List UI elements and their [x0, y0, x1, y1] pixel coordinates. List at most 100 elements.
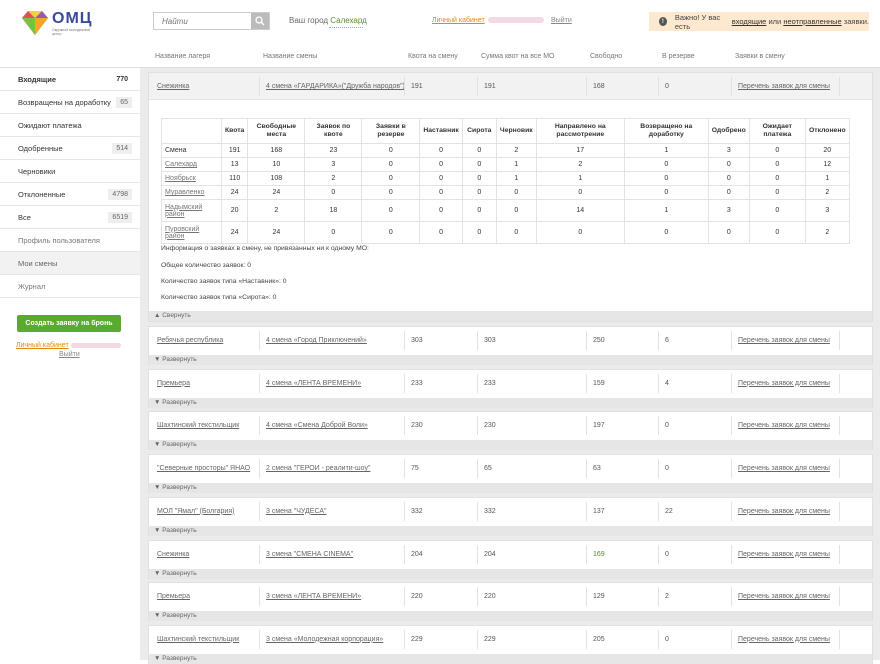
- stats-row-label[interactable]: Пуровский район: [161, 221, 222, 244]
- expand-toggle[interactable]: ▼ Развернуть: [149, 568, 872, 579]
- shift-row: Премьера 4 смена «ЛЕНТА ВРЕМЕНИ» 233 233 159…: [149, 370, 872, 397]
- mo-link[interactable]: Надымский район: [165, 204, 202, 218]
- city-selector[interactable]: Ваш город Салехард: [289, 16, 367, 25]
- logo-subtitle: Окружной молодежный центр: [52, 28, 91, 36]
- stats-row-label[interactable]: Ноябрьск: [161, 171, 222, 186]
- stats-row-label[interactable]: Надымский район: [161, 199, 222, 222]
- notice-unsent-link[interactable]: неотправленные: [783, 17, 841, 26]
- sidebar-item-all[interactable]: Все 6519: [0, 206, 140, 229]
- camp-name[interactable]: Ребячья республика: [157, 337, 223, 344]
- stats-cell: 168: [247, 143, 306, 158]
- mo-link[interactable]: Пуровский район: [165, 226, 199, 240]
- separator: [586, 544, 587, 564]
- sidebar-cabinet-link[interactable]: Личный кабинет: [16, 342, 121, 349]
- requests-list-link[interactable]: Перечень заявок для смены: [738, 593, 830, 600]
- mo-link[interactable]: Ноябрьск: [165, 175, 196, 182]
- separator: [658, 373, 659, 393]
- create-booking-button[interactable]: Создать заявку на бронь: [17, 315, 121, 332]
- camp-name[interactable]: "Северные просторы" ЯНАО: [157, 465, 250, 472]
- separator: [731, 331, 732, 350]
- exit-link[interactable]: Выйти: [551, 17, 572, 24]
- sidebar-item-rejected[interactable]: Отклоненные 4798: [0, 183, 140, 206]
- separator: [404, 373, 405, 393]
- sidebar-item-journal[interactable]: Журнал: [0, 275, 140, 298]
- shift-name[interactable]: 4 смена «Город Приключений»: [266, 337, 367, 344]
- stats-row-label[interactable]: Муравленко: [161, 185, 222, 200]
- free-value: 197: [593, 422, 605, 430]
- collapse-toggle[interactable]: ▲ Свернуть: [149, 311, 872, 321]
- shift-row: Снежинка 4 смена «ГАРДАРИКА»("Дружба нар…: [149, 73, 872, 100]
- camp-name[interactable]: Премьера: [157, 380, 190, 387]
- city-name[interactable]: Салехард: [330, 16, 367, 25]
- sidebar-item-awaiting-payment[interactable]: Ожидают платежа: [0, 114, 140, 137]
- shift-name[interactable]: 3 смена "ЧУДЕСА": [266, 508, 327, 515]
- shift-name[interactable]: 4 смена «Смена Доброй Воли»: [266, 422, 368, 429]
- shift-name[interactable]: 4 смена «ГАРДАРИКА»("Дружба народов"): [266, 83, 405, 90]
- sidebar-cabinet-link-text[interactable]: Личный кабинет: [16, 342, 69, 349]
- stats-cell: 0: [748, 143, 806, 158]
- camp-name[interactable]: Снежинка: [157, 83, 189, 90]
- expand-toggle[interactable]: ▼ Развернуть: [149, 397, 872, 408]
- expand-toggle[interactable]: ▼ Развернуть: [149, 611, 872, 622]
- separator: [658, 587, 659, 607]
- stats-cell: 0: [707, 157, 750, 172]
- search-button[interactable]: [251, 13, 269, 29]
- requests-list-link[interactable]: Перечень заявок для смены: [738, 465, 830, 472]
- exit-link-text[interactable]: Выйти: [551, 17, 572, 24]
- stats-cell: 0: [461, 221, 497, 244]
- mo-link[interactable]: Салехард: [165, 161, 197, 168]
- sidebar-item-label: Возвращены на доработку: [18, 97, 111, 107]
- shift-name[interactable]: 3 смена "СМЕНА CINEMA": [266, 551, 353, 558]
- requests-list-link[interactable]: Перечень заявок для смены: [738, 508, 830, 515]
- expand-toggle[interactable]: ▼ Развернуть: [149, 525, 872, 536]
- sidebar-exit-link-text[interactable]: Выйти: [59, 351, 80, 358]
- expand-toggle[interactable]: ▼ Развернуть: [149, 355, 872, 365]
- stats-header: Квота: [220, 118, 249, 144]
- shift-name[interactable]: 2 смена "ГЕРОИ - реалити-шоу": [266, 465, 370, 472]
- camp-name[interactable]: Снежинка: [157, 551, 189, 558]
- expand-toggle[interactable]: ▼ Развернуть: [149, 483, 872, 494]
- sidebar-exit-link[interactable]: Выйти: [59, 351, 80, 358]
- cabinet-link[interactable]: Личный кабинет: [432, 17, 544, 24]
- sidebar-item-profile[interactable]: Профиль пользователя: [0, 229, 140, 252]
- notice-incoming-link[interactable]: входящие: [732, 17, 767, 26]
- requests-list-link[interactable]: Перечень заявок для смены: [738, 83, 830, 90]
- cabinet-link-text[interactable]: Личный кабинет: [432, 17, 485, 24]
- sidebar-item-my-shifts[interactable]: Мои смены: [0, 252, 140, 275]
- sidebar-item-incoming[interactable]: Входящие 770: [0, 68, 140, 91]
- stats-cell: 0: [361, 221, 421, 244]
- expand-toggle[interactable]: ▼ Развернуть: [149, 653, 872, 664]
- requests-list-link[interactable]: Перечень заявок для смены: [738, 380, 830, 387]
- sum-value: 233: [484, 379, 496, 387]
- shift-name[interactable]: 3 смена «Молодежная корпорация»: [266, 636, 383, 643]
- sidebar-item-approved[interactable]: Одобренные 514: [0, 137, 140, 160]
- camp-name[interactable]: МОЛ "Ямал" (Болгария): [157, 508, 234, 515]
- stats-cell: 0: [748, 157, 806, 172]
- camp-name[interactable]: Шахтинский текстильщик: [157, 422, 239, 429]
- requests-list-link[interactable]: Перечень заявок для смены: [738, 337, 830, 344]
- mo-link[interactable]: Муравленко: [165, 189, 205, 196]
- requests-list-link[interactable]: Перечень заявок для смены: [738, 422, 830, 429]
- column-headers: Название лагеря Название смены Квота на …: [0, 44, 880, 68]
- separator: [477, 373, 478, 393]
- expand-toggle[interactable]: ▼ Развернуть: [149, 440, 872, 451]
- stats-row-label[interactable]: Салехард: [161, 157, 222, 172]
- camp-name[interactable]: Премьера: [157, 593, 190, 600]
- camp-name[interactable]: Шахтинский текстильщик: [157, 636, 239, 643]
- sidebar-item-drafts[interactable]: Черновики: [0, 160, 140, 183]
- stats-cell: 0: [419, 185, 463, 200]
- stats-cell: 1: [804, 171, 850, 186]
- col-reserve: В резерве: [662, 53, 695, 60]
- sidebar-item-returned[interactable]: Возвращены на доработку 65: [0, 91, 140, 114]
- free-value: 159: [593, 379, 605, 387]
- search-input[interactable]: [154, 13, 252, 29]
- logo[interactable]: ОМЦ Окружной молодежный центр: [20, 8, 100, 40]
- sidebar-item-label: Черновики: [18, 166, 56, 176]
- requests-list-link[interactable]: Перечень заявок для смены: [738, 636, 830, 643]
- shift-name[interactable]: 3 смена «ЛЕНТА ВРЕМЕНИ»: [266, 593, 361, 600]
- shift-name[interactable]: 4 смена «ЛЕНТА ВРЕМЕНИ»: [266, 380, 361, 387]
- free-value: 205: [593, 635, 605, 643]
- quota-value: 191: [411, 83, 423, 90]
- requests-list-link[interactable]: Перечень заявок для смены: [738, 551, 830, 558]
- stats-cell: 0: [361, 171, 421, 186]
